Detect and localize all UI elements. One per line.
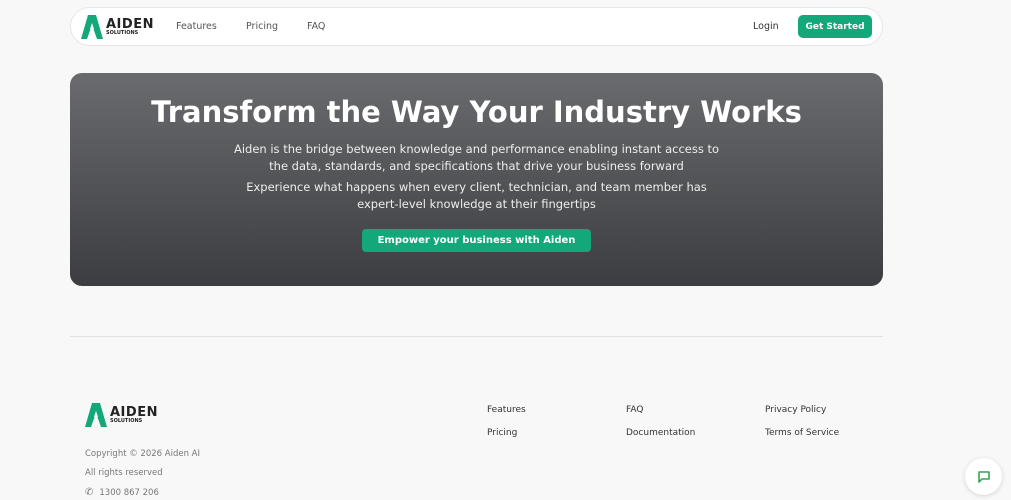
divider: [70, 336, 883, 337]
brand-logo[interactable]: AIDEN SOLUTIONS: [81, 15, 154, 39]
phone-number: 1300 867 206: [99, 487, 159, 498]
footer-link-faq[interactable]: FAQ: [626, 405, 643, 415]
top-nav: AIDEN SOLUTIONS Features Pricing FAQ Logi…: [70, 7, 883, 46]
hero-title: Transform the Way Your Industry Works: [151, 95, 802, 129]
phone[interactable]: ✆ 1300 867 206: [85, 487, 159, 498]
empower-cta-button[interactable]: Empower your business with Aiden: [361, 229, 592, 252]
footer-logo[interactable]: AIDEN SOLUTIONS: [85, 403, 158, 427]
nav-faq[interactable]: FAQ: [307, 21, 325, 32]
phone-icon: ✆: [85, 487, 94, 498]
login-link[interactable]: Login: [753, 21, 779, 32]
hero-description: Aiden is the bridge between knowledge an…: [233, 142, 720, 173]
nav-pricing[interactable]: Pricing: [246, 21, 278, 32]
chat-button[interactable]: [965, 458, 1002, 495]
get-started-button[interactable]: Get Started: [798, 15, 872, 38]
copyright: Copyright © 2026 Aiden AI: [85, 449, 200, 459]
logo-icon: [81, 15, 103, 39]
rights: All rights reserved: [85, 468, 163, 478]
hero-subdescription: Experience what happens when every clien…: [246, 180, 707, 211]
footer-link-privacy[interactable]: Privacy Policy: [765, 405, 826, 415]
footer-link-pricing[interactable]: Pricing: [487, 428, 517, 438]
logo-icon: [85, 403, 107, 427]
hero-banner: Transform the Way Your Industry Works Ai…: [70, 73, 883, 286]
footer-link-features[interactable]: Features: [487, 405, 526, 415]
chat-icon: [977, 470, 990, 483]
nav-features[interactable]: Features: [176, 21, 217, 32]
footer-link-terms[interactable]: Terms of Service: [765, 428, 839, 438]
footer-link-documentation[interactable]: Documentation: [626, 428, 695, 438]
